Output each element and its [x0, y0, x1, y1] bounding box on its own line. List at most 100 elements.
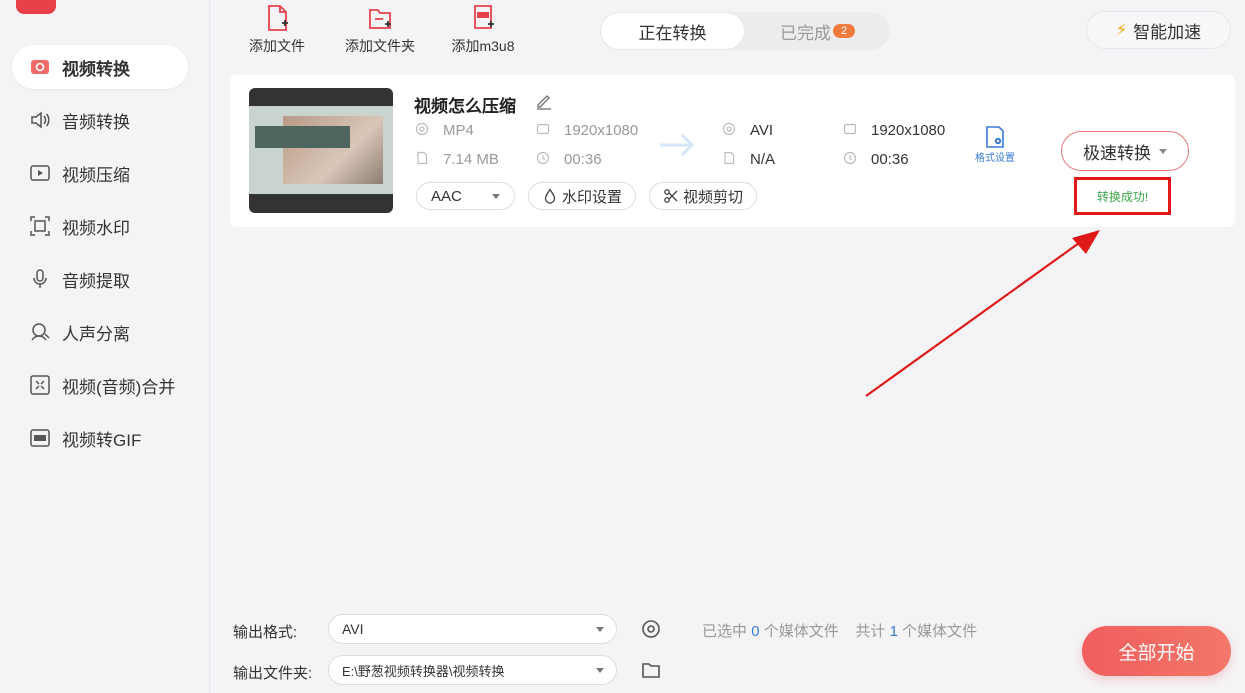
source-format: MP4	[415, 120, 474, 140]
add-file-icon	[268, 5, 288, 31]
video-convert-icon	[28, 56, 52, 78]
sidebar: 视频转换 音频转换 视频压缩 视频水印 音频提取 人声分离 视频(音频)合并 视…	[0, 0, 210, 693]
chevron-down-icon	[1159, 148, 1167, 154]
annotation-arrow	[865, 230, 1100, 397]
sidebar-item-video-compress[interactable]: 视频压缩	[12, 151, 188, 195]
add-folder-label: 添加文件夹	[345, 38, 415, 54]
target-size-text: N/A	[750, 150, 776, 168]
thumbnail-frame	[249, 106, 393, 194]
fast-convert-button[interactable]: 极速转换	[1061, 131, 1189, 171]
total-prefix: 共计	[855, 623, 886, 640]
add-m3u8-label: 添加m3u8	[451, 38, 515, 54]
video-cut-button[interactable]: 视频剪切	[649, 182, 757, 210]
sidebar-item-video-convert[interactable]: 视频转换	[12, 45, 188, 89]
sidebar-item-label: 人声分离	[62, 324, 130, 344]
scissors-icon	[664, 189, 678, 203]
source-resolution: 1920x1080	[536, 120, 638, 140]
output-folder-value: E:\野葱视频转换器\视频转换	[342, 663, 505, 679]
tab-converting[interactable]: 正在转换	[600, 12, 745, 50]
audio-codec-value: AAC	[431, 187, 462, 205]
convert-status: 转换成功!	[1074, 177, 1171, 215]
file-size-icon	[722, 151, 738, 167]
file-card: 视频怎么压缩 MP4 1920x1080 7.14 MB 00:36 AVI 1…	[230, 75, 1235, 227]
smart-accelerate-button[interactable]: ⚡ 智能加速	[1086, 11, 1231, 49]
smart-accelerate-label: 智能加速	[1133, 22, 1202, 42]
completed-count-badge: 2	[833, 24, 855, 38]
edit-icon[interactable]	[534, 91, 554, 111]
output-format-value: AVI	[342, 621, 364, 637]
total-count: 1	[889, 623, 898, 640]
target-format-text: AVI	[750, 121, 774, 139]
selected-count: 0	[751, 623, 760, 640]
thumbnail-redaction	[255, 126, 350, 148]
lightning-icon: ⚡	[1115, 22, 1128, 39]
add-m3u8-icon	[474, 5, 494, 29]
source-duration-text: 00:36	[564, 150, 602, 168]
audio-convert-icon	[28, 109, 52, 131]
target-resolution: 1920x1080	[843, 120, 945, 140]
add-m3u8-button[interactable]: 添加m3u8	[438, 4, 528, 62]
total-suffix: 个媒体文件	[902, 623, 978, 640]
start-all-label: 全部开始	[1118, 642, 1195, 664]
source-format-text: MP4	[443, 121, 474, 139]
open-folder-button[interactable]	[640, 659, 662, 681]
format-setting-icon	[986, 126, 1004, 148]
tab-completed-label: 已完成	[780, 23, 831, 43]
format-setting-button[interactable]: 格式设置	[970, 125, 1020, 169]
watermark-icon	[544, 188, 556, 204]
format-icon	[722, 122, 738, 138]
app-logo	[16, 0, 56, 14]
sidebar-item-label: 音频提取	[62, 271, 130, 291]
sidebar-item-vocal-separate[interactable]: 人声分离	[12, 310, 188, 354]
sidebar-item-gif[interactable]: 视频转GIF	[12, 416, 188, 460]
sidebar-item-label: 视频(音频)合并	[62, 377, 176, 397]
tab-converting-label: 正在转换	[638, 23, 707, 43]
chevron-down-icon	[492, 193, 500, 199]
add-file-label: 添加文件	[249, 38, 305, 54]
add-folder-button[interactable]: 添加文件夹	[335, 4, 425, 62]
sidebar-item-label: 视频转GIF	[62, 430, 142, 450]
fast-convert-label: 极速转换	[1083, 143, 1151, 163]
merge-icon	[28, 374, 52, 396]
file-title: 视频怎么压缩	[414, 97, 516, 116]
target-resolution-text: 1920x1080	[871, 121, 946, 139]
clock-icon	[843, 151, 859, 167]
sidebar-item-merge[interactable]: 视频(音频)合并	[12, 363, 188, 407]
status-prefix: 已选中	[702, 623, 748, 640]
output-folder-select[interactable]: E:\野葱视频转换器\视频转换	[328, 655, 617, 685]
convert-status-text: 转换成功!	[1096, 189, 1149, 204]
watermark-setting-button[interactable]: 水印设置	[528, 182, 636, 210]
video-thumbnail[interactable]	[249, 88, 393, 213]
target-size: N/A	[722, 149, 775, 169]
source-resolution-text: 1920x1080	[564, 121, 639, 139]
watermark-setting-label: 水印设置	[561, 188, 622, 206]
start-all-button[interactable]: 全部开始	[1082, 626, 1231, 676]
target-format: AVI	[722, 120, 773, 140]
audio-extract-icon	[28, 268, 52, 290]
sidebar-item-audio-extract[interactable]: 音频提取	[12, 257, 188, 301]
sidebar-item-label: 视频转换	[62, 59, 130, 79]
resolution-icon	[843, 122, 859, 138]
output-settings-button[interactable]	[640, 618, 662, 640]
output-folder-label: 输出文件夹:	[233, 665, 313, 682]
output-format-label: 输出格式:	[233, 624, 298, 641]
video-compress-icon	[28, 162, 52, 184]
video-watermark-icon	[28, 215, 52, 237]
target-duration: 00:36	[843, 149, 909, 169]
folder-icon	[642, 663, 660, 678]
sidebar-item-video-watermark[interactable]: 视频水印	[12, 204, 188, 248]
sidebar-item-audio-convert[interactable]: 音频转换	[12, 98, 188, 142]
format-icon	[415, 122, 431, 138]
source-duration: 00:36	[536, 149, 602, 169]
status-mid: 个媒体文件	[763, 623, 839, 640]
add-folder-icon	[369, 9, 391, 29]
sidebar-item-label: 视频压缩	[62, 165, 130, 185]
output-format-select[interactable]: AVI	[328, 614, 617, 644]
add-file-button[interactable]: 添加文件	[232, 4, 322, 62]
clock-icon	[536, 151, 552, 167]
audio-codec-select[interactable]: AAC	[416, 182, 515, 210]
tab-completed[interactable]: 已完成 2	[745, 12, 890, 50]
video-cut-label: 视频剪切	[682, 188, 743, 206]
sidebar-item-label: 音频转换	[62, 112, 130, 132]
chevron-down-icon	[596, 668, 604, 673]
